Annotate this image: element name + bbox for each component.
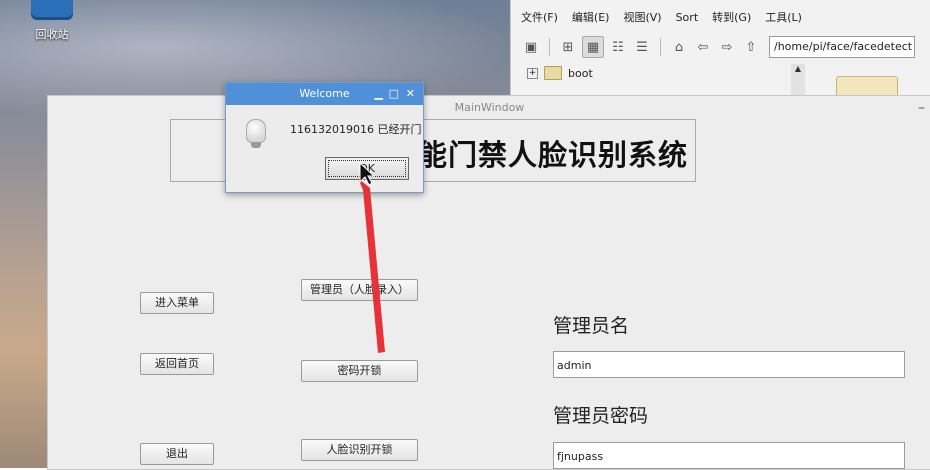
- password-unlock-button[interactable]: 密码开锁: [301, 360, 418, 382]
- forward-icon[interactable]: ⇨: [717, 37, 737, 57]
- trash-shortcut[interactable]: 回收站: [22, 0, 82, 42]
- admin-face-enroll-button[interactable]: 管理员（人脸录入）: [301, 279, 418, 301]
- back-home-button[interactable]: 返回首页: [140, 353, 214, 375]
- admin-password-label: 管理员密码: [553, 405, 649, 427]
- back-icon[interactable]: ⇦: [693, 37, 713, 57]
- home-icon[interactable]: ⌂: [669, 37, 689, 57]
- face-unlock-button[interactable]: 人脸识别开锁: [301, 439, 418, 461]
- tree-scrollbar[interactable]: ▲: [791, 64, 805, 95]
- page-title: 能门禁人脸识别系统: [418, 138, 689, 172]
- menu-view[interactable]: 视图(V): [623, 9, 661, 25]
- menu-sort[interactable]: Sort: [676, 11, 699, 24]
- thumbnail-view-icon[interactable]: ▦: [582, 36, 604, 58]
- admin-name-label: 管理员名: [553, 315, 630, 337]
- trash-icon: [31, 0, 73, 20]
- dialog-message: 116132019016 已经开门: [290, 123, 422, 136]
- compact-view-icon[interactable]: ☷: [608, 37, 628, 57]
- trash-label: 回收站: [35, 28, 69, 41]
- file-manager-window: 文件(F) 编辑(E) 视图(V) Sort 转到(G) 工具(L) ▣ ⊞ ▦…: [510, 0, 930, 97]
- dialog-title: Welcome: [299, 87, 350, 100]
- side-pane-icon[interactable]: ▣: [521, 37, 541, 57]
- scroll-up-icon[interactable]: ▲: [791, 64, 805, 73]
- ok-button[interactable]: OK: [325, 157, 409, 180]
- tree-item-boot[interactable]: + boot: [527, 66, 593, 80]
- lightbulb-icon: [246, 119, 266, 148]
- icon-view-icon[interactable]: ⊞: [558, 37, 578, 57]
- path-input[interactable]: /home/pi/face/facedetect: [769, 36, 915, 58]
- menu-file[interactable]: 文件(F): [521, 9, 558, 25]
- main-window-title: MainWindow: [454, 101, 525, 114]
- file-manager-menubar: 文件(F) 编辑(E) 视图(V) Sort 转到(G) 工具(L): [511, 0, 930, 34]
- dialog-maximize-icon[interactable]: □: [389, 83, 399, 105]
- up-icon[interactable]: ⇧: [741, 37, 761, 57]
- menu-edit[interactable]: 编辑(E): [572, 9, 610, 25]
- expand-icon[interactable]: +: [527, 67, 538, 79]
- file-manager-toolbar: ▣ ⊞ ▦ ☷ ☰ ⌂ ⇦ ⇨ ⇧ /home/pi/face/facedete…: [511, 34, 930, 60]
- welcome-dialog: Welcome ▁ □ ✕ 116132019016 已经开门 OK: [225, 82, 424, 193]
- toolbar-separator: [549, 38, 550, 56]
- menu-go[interactable]: 转到(G): [712, 9, 751, 25]
- main-window: MainWindow – 能门禁人脸识别系统 进入菜单 返回首页 退出 管理员（…: [47, 95, 930, 470]
- admin-password-input[interactable]: fjnupass: [553, 442, 905, 469]
- dialog-close-icon[interactable]: ✕: [406, 83, 415, 105]
- folder-icon: [544, 66, 562, 80]
- detail-view-icon[interactable]: ☰: [632, 37, 652, 57]
- exit-button[interactable]: 退出: [140, 443, 214, 465]
- toolbar-separator: [660, 38, 661, 56]
- menu-tools[interactable]: 工具(L): [765, 9, 802, 25]
- folder-icon[interactable]: [836, 76, 898, 97]
- enter-menu-button[interactable]: 进入菜单: [140, 292, 214, 314]
- minimize-button[interactable]: –: [918, 96, 925, 120]
- main-window-titlebar: MainWindow –: [48, 96, 930, 120]
- admin-name-input[interactable]: admin: [553, 351, 905, 378]
- dialog-titlebar: Welcome ▁ □ ✕: [226, 83, 423, 105]
- tree-item-label: boot: [568, 66, 593, 80]
- dialog-minimize-icon[interactable]: ▁: [375, 83, 383, 105]
